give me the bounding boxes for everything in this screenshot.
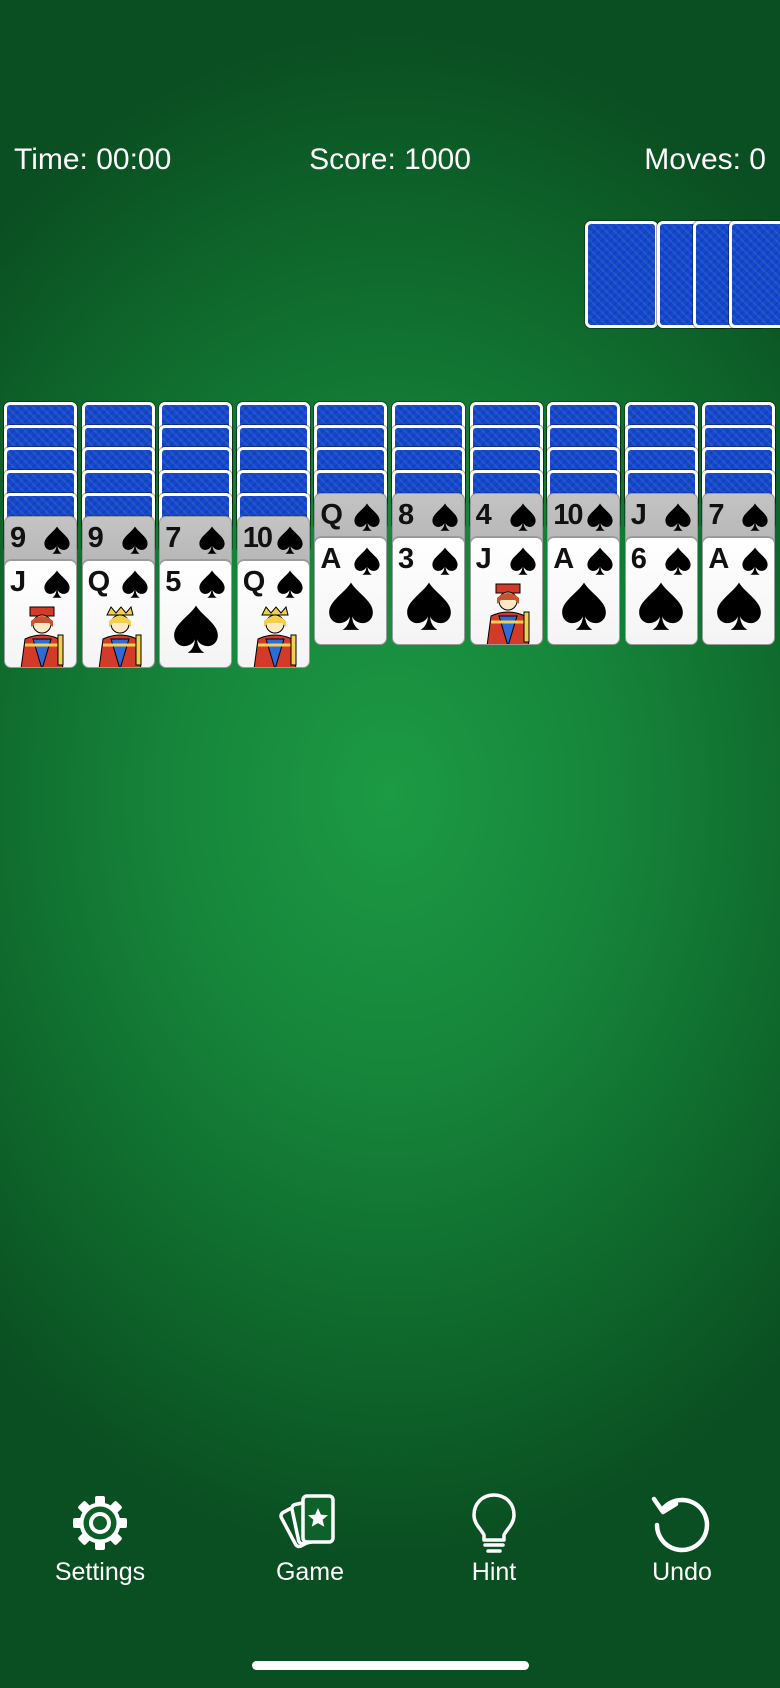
cards-star-icon (279, 1494, 335, 1549)
spade-icon (663, 546, 693, 576)
playing-card[interactable]: 3 (392, 536, 465, 645)
spade-icon (635, 580, 687, 632)
home-indicator (252, 1661, 529, 1670)
spade-icon (430, 502, 460, 532)
undo-button[interactable]: Undo (602, 1490, 762, 1587)
card-rank: 10 (553, 498, 583, 531)
playing-card[interactable]: 5 (159, 559, 233, 668)
card-rank: J (475, 542, 492, 575)
spade-icon (585, 546, 615, 576)
spade-icon (42, 525, 72, 555)
spade-icon (352, 502, 382, 532)
spade-icon (740, 502, 770, 532)
spade-icon (120, 525, 150, 555)
card-rank: 6 (630, 542, 647, 575)
undo-icon (651, 1496, 710, 1553)
undo-label: Undo (652, 1558, 712, 1586)
spade-icon (713, 580, 765, 632)
hint-button[interactable]: Hint (414, 1490, 574, 1587)
jack-portrait-icon (11, 605, 71, 667)
card-rank: 7 (708, 498, 724, 531)
playing-card[interactable]: A (314, 536, 388, 645)
spade-icon (197, 569, 227, 599)
spade-icon (430, 546, 460, 576)
card-rank: A (553, 542, 574, 575)
playing-card[interactable]: Q (81, 559, 155, 668)
spade-icon (508, 546, 538, 576)
playing-card[interactable]: A (547, 536, 621, 645)
card-rank: 9 (87, 521, 104, 554)
card-rank: A (320, 542, 341, 575)
spade-icon (325, 580, 377, 632)
playing-card[interactable]: A (702, 536, 776, 645)
game-label: Game (275, 1558, 345, 1586)
card-rank: J (630, 498, 647, 531)
playing-card[interactable]: 6 (624, 536, 698, 645)
spade-icon (558, 580, 610, 632)
spade-icon (170, 603, 222, 655)
card-rank: J (10, 565, 26, 598)
card-rank: 3 (398, 542, 414, 575)
card-rank: Q (242, 565, 266, 598)
card-rank: 7 (165, 521, 181, 554)
spade-icon (197, 525, 227, 555)
card-rank: A (708, 542, 729, 575)
spade-icon (120, 569, 150, 599)
card-rank: 4 (475, 498, 492, 531)
card-rank: 10 (242, 521, 273, 554)
queen-portrait-icon (244, 605, 304, 667)
spade-icon (508, 502, 538, 532)
card-rank: 5 (165, 565, 181, 598)
game-button[interactable]: Game (230, 1490, 390, 1587)
playing-card[interactable]: J (469, 536, 543, 645)
spade-icon (352, 546, 382, 576)
stock-card (729, 221, 780, 328)
spade-icon (663, 502, 693, 532)
spade-icon (42, 569, 72, 599)
settings-label: Settings (54, 1558, 146, 1586)
moves-label: Moves: 0 (644, 143, 766, 176)
card-rank: 8 (398, 498, 414, 531)
gear-icon (73, 1496, 127, 1550)
queen-portrait-icon (89, 605, 149, 667)
spade-icon (740, 546, 770, 576)
spade-icon (585, 502, 615, 532)
spade-icon (403, 580, 455, 632)
hint-label: Hint (471, 1558, 517, 1586)
spade-icon (275, 525, 305, 555)
playing-card[interactable]: Q (236, 559, 310, 668)
card-rank: 9 (10, 521, 26, 554)
settings-button[interactable]: Settings (20, 1490, 180, 1587)
spade-icon (275, 569, 305, 599)
lightbulb-icon (472, 1493, 516, 1553)
stock-card (585, 221, 658, 328)
card-rank: Q (320, 498, 343, 531)
card-rank: Q (87, 565, 111, 598)
jack-portrait-icon (477, 582, 537, 644)
playing-card[interactable]: J (4, 559, 77, 668)
